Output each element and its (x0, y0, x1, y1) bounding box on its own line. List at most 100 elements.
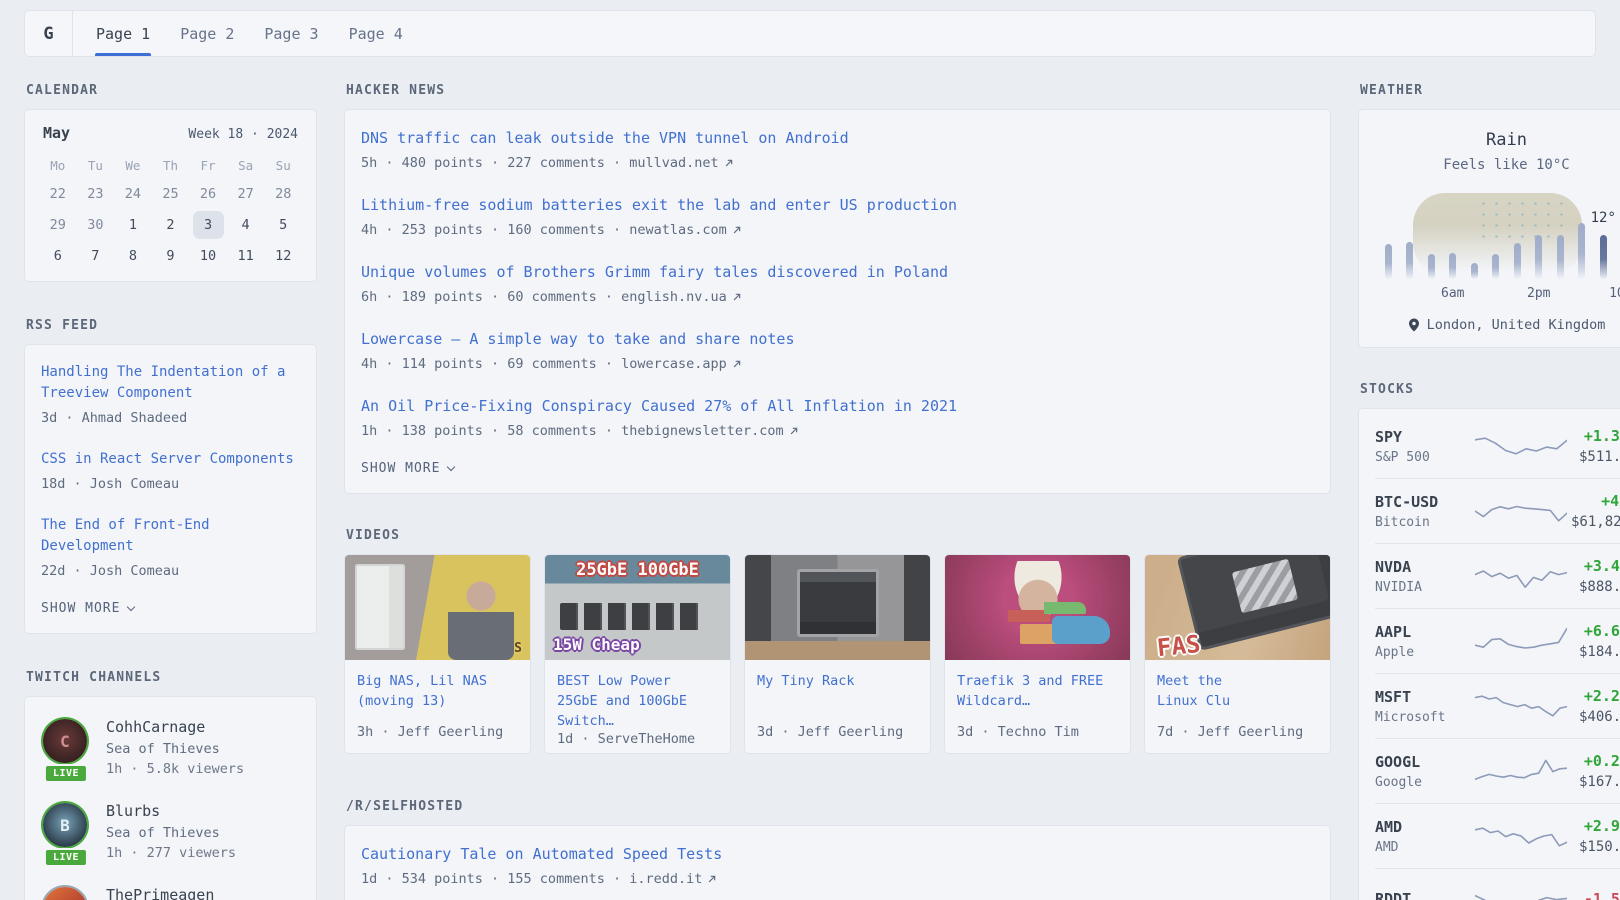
video-meta: 7d · Jeff Geerling (1157, 724, 1318, 740)
video-card[interactable]: Traefik 3 and FREE Wildcard…3d · Techno … (944, 554, 1131, 754)
videos-widget-title: VIDEOS (346, 528, 1331, 543)
weather-column: 12° (1600, 195, 1607, 279)
tab-page-4[interactable]: Page 4 (334, 11, 418, 56)
stock-name: Apple (1375, 645, 1471, 660)
center-column: HACKER NEWS DNS traffic can leak outside… (344, 83, 1331, 900)
list-item: Cautionary Tale on Automated Speed Tests… (361, 843, 1314, 887)
weather-column (1578, 195, 1585, 279)
twitch-avatar (41, 885, 91, 900)
item-title-link[interactable]: The End of Front-End Development (41, 515, 300, 557)
stock-row[interactable]: AAPLApple+6.63%$184.51 (1375, 608, 1620, 673)
list-item: DNS traffic can leak outside the VPN tun… (361, 127, 1314, 171)
twitch-channel[interactable]: CLIVECohhCarnageSea of Thieves1h · 5.8k … (41, 717, 300, 777)
stock-symbol: MSFT (1375, 688, 1471, 706)
weather-column (1471, 195, 1478, 279)
weather-chart: 6am2pm12°10pm (1377, 195, 1620, 279)
video-card[interactable]: FAS Meet theLinux Clu 7d · Jeff Geerling (1144, 554, 1331, 754)
calendar-widget: CALENDAR May Week 18 · 2024 MoTuWeThFrSa… (24, 83, 317, 282)
calendar-card: May Week 18 · 2024 MoTuWeThFrSaSu 222324… (24, 109, 317, 282)
thumbnail-text: FAS (1156, 630, 1202, 660)
day-number: 3 (193, 211, 224, 239)
selfhosted-list: Cautionary Tale on Automated Speed Tests… (361, 843, 1314, 900)
item-source-link[interactable]: i.redd.it (629, 871, 702, 887)
item-title-link[interactable]: Cautionary Tale on Automated Speed Tests (361, 843, 1314, 865)
stock-row[interactable]: BTC-USDBitcoin+4.56%$61,820.02 (1375, 478, 1620, 543)
weather-bar (1428, 254, 1435, 279)
calendar-day: 2 (152, 209, 190, 240)
twitch-channel[interactable]: ThePrimeagen (41, 885, 300, 900)
video-meta: 3d · Techno Tim (957, 724, 1118, 740)
weather-bar (1535, 235, 1542, 279)
item-title-link[interactable]: Lithium-free sodium batteries exit the l… (361, 194, 1314, 216)
thumbnail-text-bottom: 15W Cheap (553, 635, 640, 654)
rss-list: Handling The Indentation of a Treeview C… (41, 362, 300, 579)
stock-row[interactable]: SPYS&P 500+1.32%$511.69 (1375, 414, 1620, 478)
video-thumbnail: FAS (1145, 555, 1330, 660)
stock-row[interactable]: GOOGLGoogle+0.25%$167.03 (1375, 738, 1620, 803)
list-item: CSS in React Server Components 18d · Josh… (41, 449, 300, 492)
videos-carousel: LIL NASBig NAS, Lil NAS (moving 13)3h · … (344, 554, 1331, 754)
item-title-link[interactable]: Lowercase – A simple way to take and sha… (361, 328, 1314, 350)
video-card[interactable]: My Tiny Rack3d · Jeff Geerling (744, 554, 931, 754)
channel-game: Sea of Thieves (106, 741, 244, 757)
stock-symbol: AMD (1375, 818, 1471, 836)
stock-price: $150.50 (1579, 839, 1620, 855)
list-item: Lithium-free sodium batteries exit the l… (361, 194, 1314, 238)
calendar-day: 9 (152, 240, 190, 271)
item-source-link[interactable]: english.nv.ua (621, 289, 727, 305)
item-source-link[interactable]: mullvad.net (629, 155, 718, 171)
tab-page-1[interactable]: Page 1 (81, 11, 165, 56)
video-title: My Tiny Rack (757, 671, 918, 691)
app-logo[interactable]: G (25, 11, 73, 56)
show-more-button[interactable]: SHOW MORE (41, 601, 300, 616)
calendar-day: 11 (227, 240, 265, 271)
stock-values: +4.56%$61,820.02 (1571, 492, 1620, 530)
location-pin-icon (1408, 318, 1420, 332)
day-number: 9 (155, 242, 186, 270)
video-info: Traefik 3 and FREE Wildcard…3d · Techno … (945, 660, 1130, 753)
item-meta: 18d · Josh Comeau (41, 476, 300, 492)
calendar-month: May (43, 124, 70, 142)
tab-page-3[interactable]: Page 3 (249, 11, 333, 56)
video-card[interactable]: 25GbE 100GbE15W CheapBEST Low Power 25Gb… (544, 554, 731, 754)
item-source-link[interactable]: lowercase.app (621, 356, 727, 372)
item-source-link[interactable]: thebignewsletter.com (621, 423, 784, 439)
item-source-link[interactable]: newatlas.com (629, 222, 727, 238)
item-meta-text: 3d · Ahmad Shadeed (41, 410, 187, 426)
item-title-link[interactable]: DNS traffic can leak outside the VPN tun… (361, 127, 1314, 149)
item-meta: 5h · 480 points · 227 comments · mullvad… (361, 155, 1314, 171)
twitch-channel[interactable]: BLIVEBlurbsSea of Thieves1h · 277 viewer… (41, 801, 300, 861)
stock-sparkline (1475, 624, 1567, 658)
item-meta: 4h · 253 points · 160 comments · newatla… (361, 222, 1314, 238)
video-title: Meet theLinux Clu (1157, 671, 1318, 711)
item-title-link[interactable]: CSS in React Server Components (41, 449, 300, 470)
stock-identity: GOOGLGoogle (1375, 753, 1471, 790)
hacker-news-list: DNS traffic can leak outside the VPN tun… (361, 127, 1314, 439)
stock-row[interactable]: NVDANVIDIA+3.49%$888.12 (1375, 543, 1620, 608)
item-title-link[interactable]: Handling The Indentation of a Treeview C… (41, 362, 300, 404)
weather-column (1557, 195, 1564, 279)
hacker-news-widget: HACKER NEWS DNS traffic can leak outside… (344, 83, 1331, 494)
video-card[interactable]: LIL NASBig NAS, Lil NAS (moving 13)3h · … (344, 554, 531, 754)
weather-widget: WEATHER Rain Feels like 10°C 6am2pm12°10… (1358, 83, 1620, 348)
title-line: Linux Clu (1157, 691, 1318, 711)
calendar-header: May Week 18 · 2024 (39, 124, 302, 142)
video-info: Meet theLinux Clu 7d · Jeff Geerling (1145, 660, 1330, 753)
item-title-link[interactable]: An Oil Price-Fixing Conspiracy Caused 27… (361, 395, 1314, 417)
weather-bar (1557, 235, 1564, 279)
stock-price: $167.03 (1579, 774, 1620, 790)
stock-identity: NVDANVIDIA (1375, 558, 1471, 595)
show-more-button[interactable]: SHOW MORE (361, 461, 1314, 476)
video-title: BEST Low Power 25GbE and 100GbE Switch… (557, 671, 718, 731)
item-meta-text: 1d · 534 points · 155 comments · (361, 871, 629, 887)
stock-row[interactable]: RDDT-1.59% (1375, 868, 1620, 900)
stock-row[interactable]: MSFTMicrosoft+2.24%$406.76 (1375, 673, 1620, 738)
item-title-link[interactable]: Unique volumes of Brothers Grimm fairy t… (361, 261, 1314, 283)
stock-identity: RDDT (1375, 890, 1471, 900)
stock-row[interactable]: AMDAMD+2.97%$150.50 (1375, 803, 1620, 868)
calendar-weekday: Fr (189, 152, 227, 178)
left-column: CALENDAR May Week 18 · 2024 MoTuWeThFrSa… (24, 83, 317, 900)
item-meta-text: 6h · 189 points · 60 comments · (361, 289, 621, 305)
stock-price: $406.76 (1579, 709, 1620, 725)
tab-page-2[interactable]: Page 2 (165, 11, 249, 56)
